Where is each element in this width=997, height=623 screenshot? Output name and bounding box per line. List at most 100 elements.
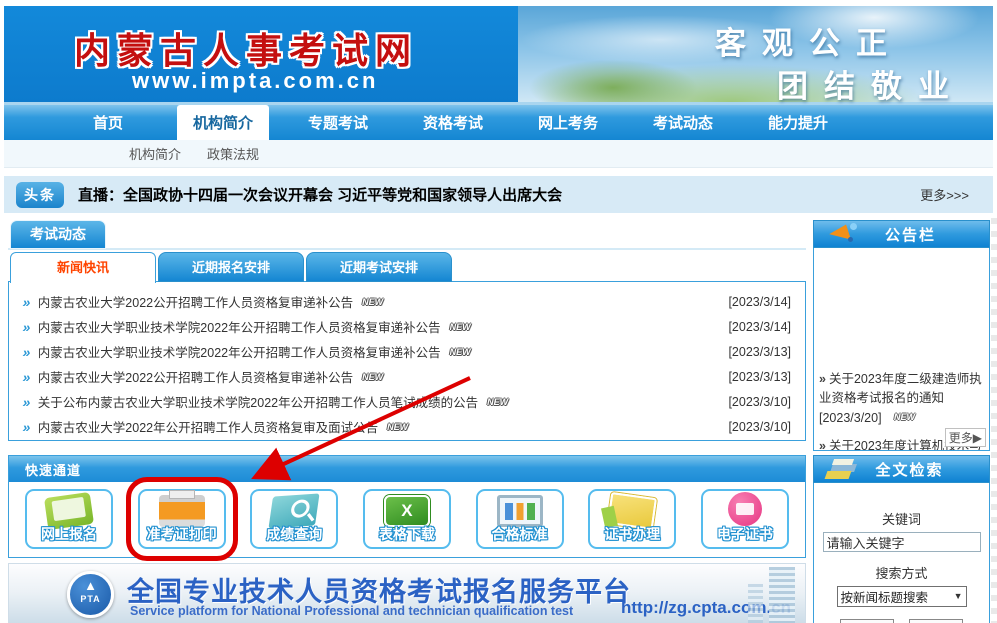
fulltext-search-panel: 全文检索 关键词 搜索方式 按新闻标题搜索 ▼ 搜 索 取 消 [813, 455, 990, 623]
site-header: 内蒙古人事考试网 www.impta.com.cn 客观公正 团结敬业 [4, 6, 993, 105]
keyword-input[interactable] [823, 532, 981, 552]
quick-channel-item[interactable]: 成绩查询 [250, 489, 338, 549]
quick-channel-label: 成绩查询 [252, 524, 336, 544]
section-tab-exam-news[interactable]: 考试动态 [10, 220, 106, 249]
section-tab-underline [8, 248, 806, 250]
new-badge: NEW [360, 372, 385, 382]
keyword-label: 关键词 [814, 509, 989, 528]
cpta-banner[interactable]: ▲ PTA 全国专业技术人员资格考试报名服务平台 Service platfor… [8, 563, 806, 623]
news-list-item[interactable]: » 内蒙古农业大学2022年公开招聘工作人员资格复审及面试公告 NEW [202… [19, 414, 795, 439]
quick-channel-icon [728, 492, 762, 526]
quick-channel-icon [384, 495, 430, 527]
news-title[interactable]: 内蒙古农业大学职业技术学院2022年公开招聘工作人员资格复审递补公告 [38, 317, 441, 336]
banner-subtitle: Service platform for National Profession… [130, 604, 573, 618]
news-tabs: 新闻快讯 近期报名安排 近期考试安排 [8, 252, 806, 282]
tab-recent-registration[interactable]: 近期报名安排 [158, 252, 304, 282]
news-date: [2023/3/13] [728, 370, 795, 384]
tab-news-flash[interactable]: 新闻快讯 [10, 252, 156, 283]
subnav-item[interactable]: 政策法规 [207, 144, 259, 163]
nav-item[interactable]: 资格考试 [407, 105, 499, 140]
quick-channel-label: 网上报名 [27, 524, 111, 544]
quick-channel-label: 证书办理 [590, 524, 674, 544]
news-list: » 内蒙古农业大学2022公开招聘工作人员资格复审递补公告 NEW [2023/… [8, 281, 806, 441]
news-title[interactable]: 内蒙古农业大学2022年公开招聘工作人员资格复审及面试公告 [38, 417, 378, 436]
dropdown-arrow-icon: ▼ [954, 591, 963, 601]
news-list-item[interactable]: » 关于公布内蒙古农业大学职业技术学院2022年公开招聘工作人员笔试成绩的公告 … [19, 389, 795, 414]
building-graphic [748, 584, 763, 623]
headline-more-link[interactable]: 更多>>> [920, 185, 969, 204]
search-mode-select[interactable]: 按新闻标题搜索 ▼ [837, 586, 967, 607]
quick-channel-label: 电子证书 [703, 524, 787, 544]
nav-item[interactable]: 首页 [62, 105, 154, 140]
quick-channel-item[interactable]: 准考证打印 [138, 489, 226, 549]
announcement-item[interactable]: »关于2023年度二级建造师执业资格考试报名的通知 [2023/3/20] NE… [819, 370, 984, 428]
news-title[interactable]: 关于公布内蒙古农业大学职业技术学院2022年公开招聘工作人员笔试成绩的公告 [38, 392, 478, 411]
banner-url[interactable]: http://zg.cpta.com.cn [621, 598, 791, 618]
new-badge: NEW [448, 322, 473, 332]
double-chevron-icon: » [819, 439, 826, 451]
quick-channel-icon [159, 495, 205, 527]
news-list-item[interactable]: » 内蒙古农业大学职业技术学院2022年公开招聘工作人员资格复审递补公告 NEW… [19, 314, 795, 339]
megaphone-icon [828, 222, 858, 246]
nav-item[interactable]: 能力提升 [752, 105, 844, 140]
news-list-item[interactable]: » 内蒙古农业大学2022公开招聘工作人员资格复审递补公告 NEW [2023/… [19, 289, 795, 314]
news-title[interactable]: 内蒙古农业大学职业技术学院2022年公开招聘工作人员资格复审递补公告 [38, 342, 441, 361]
news-list-item[interactable]: » 内蒙古农业大学2022公开招聘工作人员资格复审递补公告 NEW [2023/… [19, 364, 795, 389]
announcement-more-link[interactable]: 更多▶ [945, 428, 986, 447]
header-banner-image: 客观公正 团结敬业 [518, 6, 993, 102]
new-badge: NEW [360, 297, 385, 307]
search-title: 全文检索 [875, 459, 969, 480]
quick-channel-section: 快速通道 网上报名 准考证打印 成绩查询 [8, 455, 806, 558]
news-date: [2023/3/13] [728, 345, 795, 359]
news-date: [2023/3/14] [728, 295, 795, 309]
double-chevron-icon: » [21, 344, 32, 360]
sub-nav: 机构简介 政策法规 [4, 140, 993, 168]
news-title[interactable]: 内蒙古农业大学2022公开招聘工作人员资格复审递补公告 [38, 292, 353, 311]
new-badge: NEW [385, 422, 410, 432]
subnav-item[interactable]: 机构简介 [129, 144, 181, 163]
quick-channel-item[interactable]: 网上报名 [25, 489, 113, 549]
page-edge-decoration [991, 218, 997, 623]
quick-channel-item[interactable]: 电子证书 [701, 489, 789, 549]
news-title[interactable]: 内蒙古农业大学2022公开招聘工作人员资格复审递补公告 [38, 367, 353, 386]
quick-channel-item[interactable]: 表格下载 [363, 489, 451, 549]
site-title: 内蒙古人事考试网 [74, 22, 418, 74]
site-url: www.impta.com.cn [132, 68, 378, 94]
search-button[interactable]: 搜 索 [840, 619, 894, 623]
quick-channel-title: 快速通道 [25, 460, 81, 479]
new-badge: NEW [485, 397, 510, 407]
quick-channel-item[interactable]: 证书办理 [588, 489, 676, 549]
new-badge: NEW [892, 408, 917, 427]
search-form: 关键词 搜索方式 按新闻标题搜索 ▼ 搜 索 取 消 [813, 483, 990, 623]
quick-channel-row: 网上报名 准考证打印 成绩查询 表格下载 [9, 482, 805, 549]
headline-bar: 头条 直播：全国政协十四届一次会议开幕会 习近平等党和国家领导人出席大会 更多>… [4, 176, 993, 213]
search-buttons: 搜 索 取 消 [814, 619, 989, 623]
double-chevron-icon: » [819, 372, 826, 386]
double-chevron-icon: » [21, 419, 32, 435]
cancel-button[interactable]: 取 消 [909, 619, 963, 623]
headline-title[interactable]: 直播：全国政协十四届一次会议开幕会 习近平等党和国家领导人出席大会 [78, 184, 562, 205]
tab-recent-exams[interactable]: 近期考试安排 [306, 252, 452, 282]
quick-channel-label: 合格标准 [478, 524, 562, 544]
nav-item[interactable]: 考试动态 [637, 105, 729, 140]
quick-channel-item[interactable]: 合格标准 [476, 489, 564, 549]
announcement-panel: 公告栏 »关于2023年度二级建造师执业资格考试报名的通知 [2023/3/20… [813, 220, 990, 451]
quick-channel-label: 准考证打印 [140, 524, 224, 544]
slogan-line2: 团结敬业 [777, 61, 965, 106]
search-header: 全文检索 [813, 455, 990, 483]
news-list-item[interactable]: » 内蒙古农业大学职业技术学院2022年公开招聘工作人员资格复审递补公告 NEW… [19, 339, 795, 364]
news-date: [2023/3/14] [728, 320, 795, 334]
nav-item[interactable]: 专题考试 [292, 105, 384, 140]
announcement-list: »关于2023年度二级建造师执业资格考试报名的通知 [2023/3/20] NE… [813, 248, 990, 451]
double-chevron-icon: » [21, 319, 32, 335]
main-nav: 首页 机构简介 专题考试 资格考试 网上考务 考试动态 能力提升 [4, 105, 993, 140]
nav-item[interactable]: 机构简介 [177, 105, 269, 140]
announcement-header: 公告栏 [813, 220, 990, 248]
nav-item[interactable]: 网上考务 [522, 105, 614, 140]
slogan-line1: 客观公正 [715, 18, 903, 63]
quick-channel-icon [497, 495, 543, 527]
double-chevron-icon: » [21, 394, 32, 410]
double-chevron-icon: » [21, 369, 32, 385]
building-graphic [769, 567, 795, 623]
books-icon [826, 458, 856, 480]
